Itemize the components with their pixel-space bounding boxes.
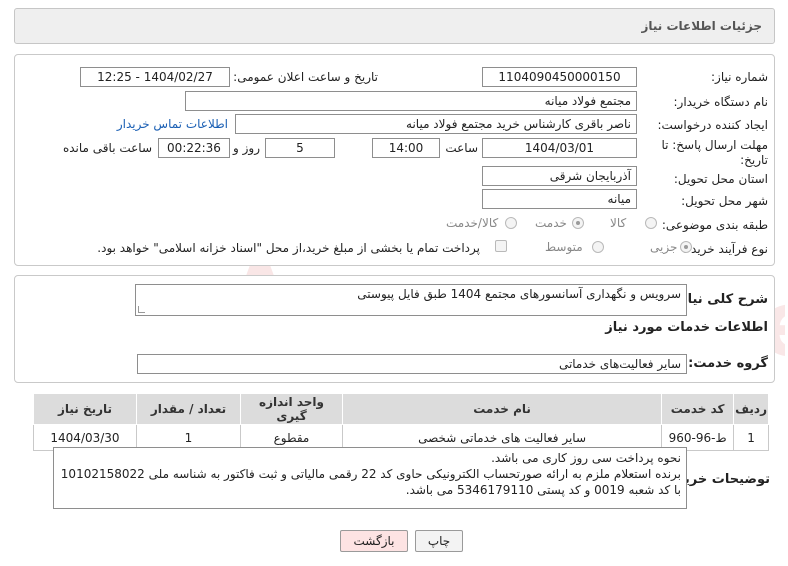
- page-header: جزئیات اطلاعات نیاز: [14, 8, 775, 44]
- col-qty: تعداد / مقدار: [136, 393, 241, 425]
- summary-label: شرح کلی نیاز:: [674, 292, 768, 307]
- announce-field: 1404/02/27 - 12:25: [80, 67, 230, 87]
- buyer-notes-line-2: برنده استعلام ملزم به ارائه صورتحساب الک…: [60, 467, 681, 481]
- process-medium-label: متوسط: [545, 240, 583, 254]
- buyer-notes-line-1: نحوه پرداخت سی روز کاری می باشد.: [491, 451, 681, 465]
- process-minor-radio[interactable]: [680, 241, 692, 253]
- page-title: جزئیات اطلاعات نیاز: [641, 19, 762, 33]
- summary-field: سرویس و نگهداری آسانسورهای مجتمع 1404 طب…: [135, 284, 687, 316]
- col-row: ردیف: [733, 393, 769, 425]
- services-table: ردیف کد خدمت نام خدمت واحد اندازه گیری ت…: [33, 393, 769, 451]
- col-date: تاریخ نیاز: [33, 393, 137, 425]
- city-field: میانه: [482, 189, 637, 209]
- col-code: کد خدمت: [661, 393, 735, 425]
- service-group-field: سایر فعالیت‌های خدماتی: [137, 354, 687, 374]
- service-group-label: گروه خدمت:: [688, 356, 768, 371]
- need-number-label: شماره نیاز:: [711, 70, 768, 84]
- print-button[interactable]: چاپ: [415, 530, 463, 552]
- category-service-radio[interactable]: [572, 217, 584, 229]
- buyer-label: نام دستگاه خریدار:: [673, 95, 769, 109]
- days-label: روز و: [233, 141, 260, 155]
- category-goods-label: کالا: [610, 216, 627, 230]
- city-label: شهر محل تحویل:: [681, 194, 768, 208]
- hour-label: ساعت: [445, 141, 478, 155]
- need-number-field: 1104090450000150: [482, 67, 637, 87]
- deadline-time-field: 14:00: [372, 138, 440, 158]
- category-goods-service-radio[interactable]: [505, 217, 517, 229]
- days-field: 5: [265, 138, 335, 158]
- treasury-note: پرداخت تمام یا بخشی از مبلغ خرید،از محل …: [97, 241, 480, 255]
- deadline-label-1: مهلت ارسال پاسخ: تا: [661, 138, 768, 152]
- table-header-row: ردیف کد خدمت نام خدمت واحد اندازه گیری ت…: [33, 393, 769, 425]
- province-field: آذربایجان شرقی: [482, 166, 637, 186]
- summary-text: سرویس و نگهداری آسانسورهای مجتمع 1404 طب…: [357, 287, 681, 301]
- buyer-field: مجتمع فولاد میانه: [185, 91, 637, 111]
- category-service-label: خدمت: [535, 216, 567, 230]
- back-button[interactable]: بازگشت: [340, 530, 408, 552]
- announce-label: تاریخ و ساعت اعلان عمومی:: [233, 70, 378, 84]
- buyer-notes-line-3: با کد شعبه 0019 و کد پستی 5346179110 می …: [405, 483, 681, 497]
- category-goods-radio[interactable]: [645, 217, 657, 229]
- category-label: طبقه بندی موضوعی:: [661, 218, 768, 232]
- deadline-label-2: تاریخ:: [740, 153, 768, 167]
- cell-row: 1: [733, 424, 769, 451]
- province-label: استان محل تحویل:: [673, 172, 768, 186]
- category-goods-service-label: کالا/خدمت: [446, 216, 499, 230]
- process-minor-label: جزیی: [650, 240, 678, 254]
- creator-label: ایجاد کننده درخواست:: [657, 118, 768, 132]
- creator-field: ناصر باقری کارشناس خرید مجتمع فولاد میان…: [235, 114, 637, 134]
- process-medium-radio[interactable]: [592, 241, 604, 253]
- buyer-notes-field: نحوه پرداخت سی روز کاری می باشد. برنده ا…: [53, 447, 687, 509]
- resize-grip-icon[interactable]: [138, 306, 145, 313]
- contact-info-link[interactable]: اطلاعات تماس خریدار: [117, 117, 228, 131]
- col-unit: واحد اندازه گیری: [240, 393, 343, 425]
- remaining-time-field: 00:22:36: [158, 138, 230, 158]
- treasury-checkbox[interactable]: [495, 240, 507, 252]
- deadline-date-field: 1404/03/01: [482, 138, 637, 158]
- process-label: نوع فرآیند خرید :: [683, 242, 768, 256]
- services-section-title: اطلاعات خدمات مورد نیاز: [605, 320, 768, 335]
- col-name: نام خدمت: [341, 393, 663, 425]
- remaining-label: ساعت باقی مانده: [62, 141, 152, 155]
